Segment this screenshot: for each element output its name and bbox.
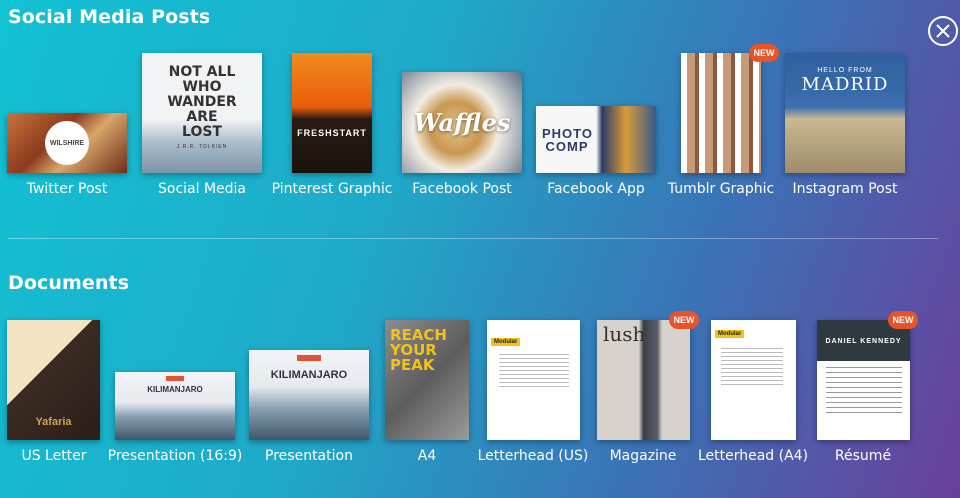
letterhead-a4-thumb-text: Modular [715,330,745,338]
new-badge: NEW [749,44,779,62]
presentation-thumb-text: KILIMANJARO [270,369,348,381]
instagram-thumb-text: MADRID [801,74,889,95]
presentation-16-9-thumb-text: KILIMANJARO [147,385,203,394]
letterhead-us-thumb-text: Modular [491,338,521,346]
resume-label: Résumé [834,448,892,464]
pinterest-graphic-label: Pinterest Graphic [271,181,393,197]
magazine-label: Magazine [609,448,677,464]
letterhead-a4-thumbnail: Modular [711,320,796,440]
close-button[interactable] [928,16,958,46]
facebook-post-thumb-text: Waffles [413,108,511,137]
social-media-thumb-text: NOT ALL WHO WANDER ARE LOST [167,63,237,140]
letterhead-a4-label: Letterhead (A4) [697,448,809,464]
us-letter-label: US Letter [21,448,87,464]
social-media-label: Social Media [157,181,247,197]
presentation-16-9-label: Presentation (16:9) [107,448,243,464]
presentation-16-9-thumbnail: KILIMANJARO [115,372,235,440]
us-letter-thumb-text: Yafaria [35,416,72,428]
tumblr-graphic-label: Tumblr Graphic [667,181,775,197]
pinterest-graphic-thumbnail: FRESHSTART [292,53,372,173]
us-letter-thumbnail: Yafaria [7,320,100,440]
facebook-app-label: Facebook App [547,181,645,197]
resume-thumbnail: DANIEL KENNEDY [817,320,910,440]
twitter-post-label: Twitter Post [26,181,108,197]
a4-thumbnail: REACH YOUR PEAK [385,320,469,440]
social-section-title: Social Media Posts [8,6,211,28]
facebook-post-thumbnail: Waffles [402,72,522,173]
close-icon [936,24,950,38]
twitter-post-thumbnail: WILSHIRE [7,113,127,173]
magazine-thumbnail: lush [597,320,690,440]
magazine-thumb-text: lush [603,322,646,346]
twitter-post-thumb-text: WILSHIRE [45,121,89,165]
new-badge: NEW [888,311,918,329]
a4-label: A4 [417,448,437,464]
instagram-post-thumbnail: HELLO FROM MADRID [785,53,905,173]
instagram-post-label: Instagram Post [792,181,898,197]
pinterest-thumb-text: FRESHSTART [297,128,367,138]
facebook-app-thumbnail: PHOTO COMP [536,106,656,173]
tumblr-graphic-thumbnail [681,53,761,173]
section-divider [8,238,938,239]
letterhead-us-label: Letterhead (US) [477,448,589,464]
a4-thumb-text: REACH YOUR PEAK [390,326,447,374]
presentation-label: Presentation [265,448,353,464]
social-media-thumb-sub: J.R.R. TOLKIEN [176,143,228,150]
facebook-app-thumb-text: PHOTO COMP [542,125,593,154]
new-badge: NEW [669,311,699,329]
resume-thumb-text: DANIEL KENNEDY [825,338,902,345]
facebook-post-label: Facebook Post [412,181,512,197]
presentation-thumbnail: KILIMANJARO [249,350,369,440]
documents-section-title: Documents [8,272,130,294]
letterhead-us-thumbnail: Modular [487,320,580,440]
instagram-thumb-sub: HELLO FROM [817,67,873,74]
social-media-thumbnail: NOT ALL WHO WANDER ARE LOST J.R.R. TOLKI… [142,53,262,173]
